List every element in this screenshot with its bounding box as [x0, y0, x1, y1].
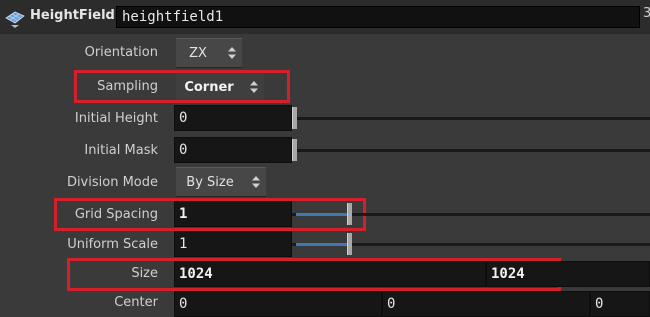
- heightfield-node-icon: [4, 6, 26, 28]
- grid-spacing-slider-handle[interactable]: [347, 203, 352, 225]
- initial-mask-field[interactable]: 0: [174, 137, 292, 163]
- sampling-menu[interactable]: Corner: [176, 73, 264, 100]
- center-y-field[interactable]: 0: [382, 291, 590, 317]
- initial-height-slider-track[interactable]: [292, 117, 650, 120]
- orientation-value: ZX: [189, 46, 207, 61]
- sampling-value: Corner: [184, 80, 234, 95]
- size-label: Size: [131, 266, 158, 281]
- division-mode-value: By Size: [186, 175, 234, 190]
- sampling-label: Sampling: [97, 79, 158, 94]
- uniform-scale-field[interactable]: 1: [174, 231, 292, 257]
- updown-arrow-icon: [252, 176, 260, 188]
- initial-mask-slider-handle[interactable]: [292, 139, 297, 161]
- grid-spacing-slider-fill: [296, 213, 347, 216]
- node-type-label: HeightField: [30, 8, 115, 23]
- uniform-scale-slider-handle[interactable]: [347, 233, 352, 255]
- initial-height-label: Initial Height: [74, 111, 158, 126]
- initial-mask-slider-track[interactable]: [292, 149, 650, 152]
- updown-arrow-icon: [250, 81, 258, 93]
- orientation-menu[interactable]: ZX: [176, 38, 242, 68]
- size-x-field[interactable]: 1024: [174, 261, 486, 287]
- initial-height-field[interactable]: 0: [174, 105, 292, 131]
- division-mode-label: Division Mode: [66, 175, 158, 190]
- center-label: Center: [114, 295, 158, 310]
- division-mode-menu[interactable]: By Size: [176, 167, 266, 197]
- initial-mask-label: Initial Mask: [84, 143, 158, 158]
- size-y-field[interactable]: 1024: [486, 261, 650, 287]
- center-z-field[interactable]: 0: [590, 291, 650, 317]
- uniform-scale-slider-fill: [296, 243, 347, 246]
- uniform-scale-label: Uniform Scale: [67, 237, 158, 252]
- grid-spacing-label: Grid Spacing: [74, 207, 158, 222]
- grid-spacing-field[interactable]: 1: [174, 201, 292, 227]
- orientation-label: Orientation: [84, 45, 158, 60]
- initial-height-slider-handle[interactable]: [292, 107, 297, 129]
- node-name-field[interactable]: heightfield1: [116, 6, 640, 28]
- center-x-field[interactable]: 0: [174, 291, 382, 317]
- updown-arrow-icon: [228, 47, 236, 59]
- header-overflow-glyph: 3: [643, 6, 650, 21]
